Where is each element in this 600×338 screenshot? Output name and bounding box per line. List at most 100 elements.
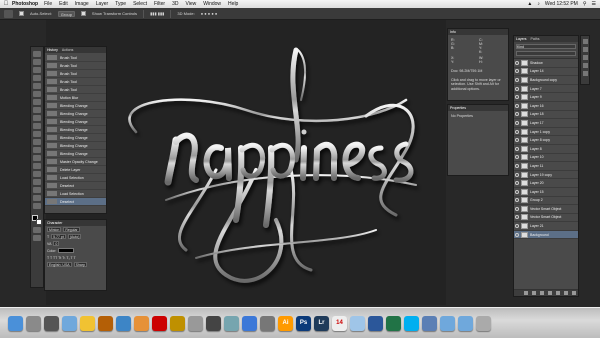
clock[interactable]: Wed 12:52 PM: [545, 1, 578, 7]
firefox-icon[interactable]: [134, 315, 149, 331]
tab-layers[interactable]: Layers: [516, 37, 527, 41]
menu-view[interactable]: View: [186, 1, 197, 7]
healing-brush-tool-icon[interactable]: [33, 99, 41, 105]
3d-mode-icons[interactable]: ● ● ● ● ●: [201, 11, 218, 16]
history-item[interactable]: Brush Tool: [45, 62, 106, 70]
font-style-field[interactable]: Regular: [63, 227, 80, 232]
illustrator-icon[interactable]: Ai: [278, 315, 293, 331]
visibility-eye-icon[interactable]: [515, 146, 519, 151]
adjustment-icon[interactable]: [548, 291, 552, 295]
visibility-eye-icon[interactable]: [515, 206, 519, 211]
history-item[interactable]: Delete Layer: [45, 166, 106, 174]
visibility-eye-icon[interactable]: [515, 95, 519, 100]
move-tool-icon[interactable]: [33, 51, 41, 57]
history-item[interactable]: Deselect: [45, 182, 106, 190]
visibility-eye-icon[interactable]: [515, 215, 519, 220]
history-item[interactable]: Brush Tool: [45, 70, 106, 78]
quick-select-tool-icon[interactable]: [33, 75, 41, 81]
history-item[interactable]: Blending Change: [45, 150, 106, 158]
delete-layer-icon[interactable]: [572, 291, 576, 295]
eraser-tool-icon[interactable]: [33, 131, 41, 137]
text-color-swatch[interactable]: [58, 248, 75, 253]
align-icons[interactable]: ▮▮▮ ▮▮▮: [150, 11, 164, 16]
show-transform-checkbox[interactable]: [80, 11, 86, 16]
menu-3d[interactable]: 3D: [172, 1, 178, 7]
fx-icon[interactable]: [532, 291, 536, 295]
layer-row[interactable]: Group 2: [514, 197, 578, 206]
visibility-eye-icon[interactable]: [515, 138, 519, 143]
gradient-tool-icon[interactable]: [33, 139, 41, 145]
leading-field[interactable]: (Auto): [67, 234, 82, 239]
visibility-eye-icon[interactable]: [515, 198, 519, 203]
menu-edit[interactable]: Edit: [59, 1, 68, 7]
history-item[interactable]: Load Selection: [45, 190, 106, 198]
menu-image[interactable]: Image: [75, 1, 89, 7]
history-item[interactable]: Load Selection: [45, 174, 106, 182]
auto-select-dropdown[interactable]: Group: [57, 10, 75, 17]
blur-tool-icon[interactable]: [33, 147, 41, 153]
crop-tool-icon[interactable]: [33, 83, 41, 89]
add-mask-icon[interactable]: [540, 291, 544, 295]
layer-row[interactable]: Layer 14: [514, 68, 578, 77]
layer-row[interactable]: Layer 15: [514, 188, 578, 197]
history-brush-tool-icon[interactable]: [33, 123, 41, 129]
ibooks-icon[interactable]: [170, 315, 185, 331]
volume-icon[interactable]: ♪: [537, 1, 540, 7]
visibility-eye-icon[interactable]: [515, 189, 519, 194]
bluetooth-icon[interactable]: [422, 315, 437, 331]
layer-row[interactable]: Vector Smart Object: [514, 205, 578, 214]
move-tool-preset-icon[interactable]: [4, 9, 13, 18]
visibility-eye-icon[interactable]: [515, 172, 519, 177]
mail-icon[interactable]: [62, 315, 77, 331]
visibility-eye-icon[interactable]: [515, 112, 519, 117]
menu-layer[interactable]: Layer: [96, 1, 109, 7]
antialias-field[interactable]: Sharp: [73, 262, 87, 267]
apple-icon[interactable]: : [0, 1, 12, 7]
menu-filter[interactable]: Filter: [154, 1, 165, 7]
layer-row[interactable]: Layer 20: [514, 179, 578, 188]
adjustments-panel-icon[interactable]: [582, 55, 588, 60]
history-item[interactable]: Blending Change: [45, 110, 106, 118]
history-item[interactable]: Blending Change: [45, 118, 106, 126]
calendar-icon[interactable]: 14: [332, 315, 347, 331]
visibility-eye-icon[interactable]: [515, 163, 519, 168]
history-item[interactable]: Brush Tool: [45, 54, 106, 62]
visibility-eye-icon[interactable]: [515, 181, 519, 186]
safari-icon[interactable]: [116, 315, 131, 331]
photoshop-icon[interactable]: Ps: [296, 315, 311, 331]
layer-row[interactable]: Layer 18: [514, 111, 578, 120]
font-size-field[interactable]: 5.77 pt: [51, 234, 66, 239]
excel-icon[interactable]: [386, 315, 401, 331]
skype-icon[interactable]: [404, 315, 419, 331]
auto-select-checkbox[interactable]: [19, 11, 24, 16]
layer-row[interactable]: Layer 11: [514, 162, 578, 171]
layer-row[interactable]: Layer 10: [514, 154, 578, 163]
path-select-tool-icon[interactable]: [33, 179, 41, 185]
eyedropper-tool-icon[interactable]: [33, 91, 41, 97]
finder-window-icon[interactable]: [350, 315, 365, 331]
screen-mode-icon[interactable]: [33, 235, 41, 241]
wifi-icon[interactable]: ▲: [527, 1, 532, 7]
menu-window[interactable]: Window: [203, 1, 221, 7]
quick-mask-icon[interactable]: [33, 227, 41, 233]
layer-row[interactable]: Layer 1 copy: [514, 128, 578, 137]
history-item[interactable]: Blending Change: [45, 102, 106, 110]
layer-row[interactable]: Layer 17: [514, 119, 578, 128]
itunes-icon[interactable]: [98, 315, 113, 331]
color-swatches[interactable]: [32, 215, 42, 225]
styles-panel-icon[interactable]: [582, 63, 588, 68]
menu-help[interactable]: Help: [228, 1, 238, 7]
font-family-field[interactable]: Minion: [47, 227, 62, 232]
background-color[interactable]: [36, 219, 42, 225]
photo-booth-icon[interactable]: [206, 315, 221, 331]
chrome-icon[interactable]: [152, 315, 167, 331]
color-panel-icon[interactable]: [582, 39, 588, 44]
layer-row[interactable]: Layer 19 copy: [514, 171, 578, 180]
notes-icon[interactable]: [80, 315, 95, 331]
brushes-panel-icon[interactable]: [582, 71, 588, 76]
system-preferences-icon[interactable]: [260, 315, 275, 331]
layer-row[interactable]: Shadow: [514, 59, 578, 68]
downloads-icon[interactable]: [458, 315, 473, 331]
pen-tool-icon[interactable]: [33, 163, 41, 169]
tab-actions[interactable]: Actions: [62, 48, 73, 52]
